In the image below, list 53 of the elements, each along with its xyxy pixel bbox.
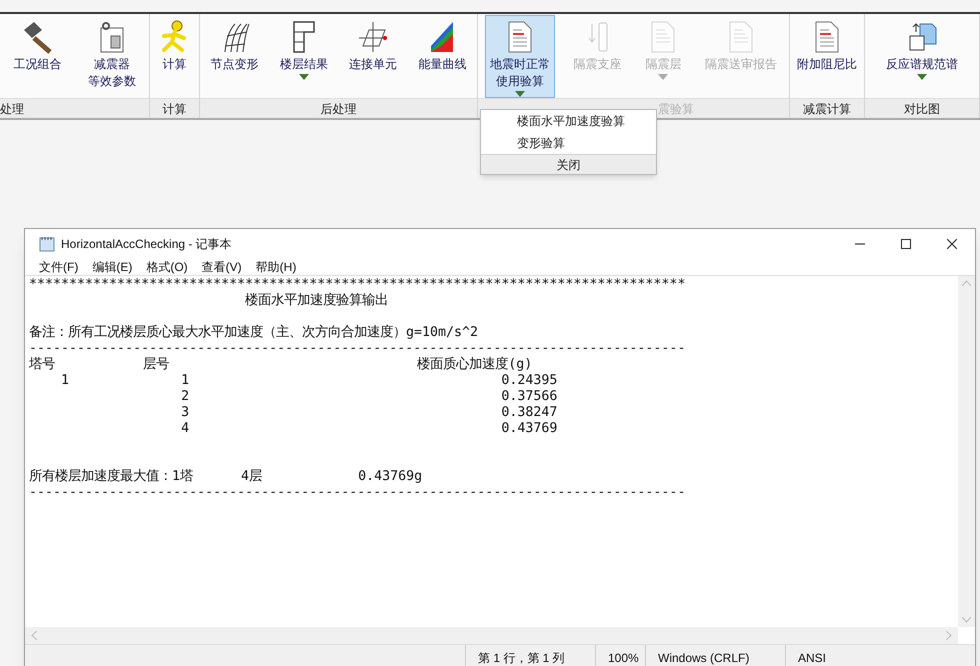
ribbon-button[interactable]: 减震器 等效参数 xyxy=(82,15,141,98)
ribbon-button[interactable]: 附加阻尼比 xyxy=(792,15,862,98)
ribbon-button[interactable]: 楼层结果 xyxy=(274,15,333,98)
status-text: Windows (CRLF) xyxy=(658,650,750,666)
status-text: ANSI xyxy=(798,650,826,666)
notepad-icon xyxy=(39,236,55,252)
scroll-up-icon[interactable] xyxy=(962,280,971,286)
group-label: 后处理 xyxy=(320,100,356,118)
menu-bar-item[interactable]: 编辑(E) xyxy=(92,258,132,276)
text-line: 3 0.38247 xyxy=(180,405,558,420)
group-label: 处理 xyxy=(0,100,24,118)
window-title: HorizontalAccChecking - 记事本 xyxy=(61,236,232,253)
group-label: 对比图 xyxy=(904,100,940,118)
scroll-left-icon[interactable] xyxy=(31,631,37,640)
text-line: 塔号 层号 楼面质心加速度(g) xyxy=(29,357,532,372)
report-icon xyxy=(506,20,534,54)
text-line: 1 1 0.24395 xyxy=(60,373,558,388)
status-text: 100% xyxy=(608,650,639,666)
ribbon-button[interactable]: 计算 xyxy=(154,15,194,98)
separator-line-text: ---------------------------------------------------------------------------------- xyxy=(29,341,686,356)
ribbon-button[interactable]: 连接单元 xyxy=(344,15,402,98)
ribbon-button[interactable]: 节点变形 xyxy=(206,15,264,98)
menu-bar-item[interactable]: 文件(F) xyxy=(39,258,78,276)
group-label: 减震计算 xyxy=(803,100,851,118)
menu-item[interactable]: 变形验算 xyxy=(481,132,656,154)
scroll-right-icon[interactable] xyxy=(946,631,952,640)
separator-line-text: ---------------------------------------------------------------------------------- xyxy=(29,485,686,500)
text-line: 备注：所有工况楼层质心最大水平加速度（主、次方向合加速度）g=10m/s^2 xyxy=(29,325,478,340)
text-line: 4 0.43769 xyxy=(180,421,558,436)
menu-item[interactable]: 楼面水平加速度验算 xyxy=(481,110,656,132)
group-label: 计算 xyxy=(162,100,186,118)
ribbon-button[interactable]: 工况组合 xyxy=(8,15,66,98)
close-icon[interactable] xyxy=(947,239,957,249)
menu-bar-item[interactable]: 帮助(H) xyxy=(256,258,296,276)
maximize-icon[interactable] xyxy=(901,239,911,249)
text-line: 2 0.37566 xyxy=(180,389,558,404)
status-text: 第 1 行，第 1 列 xyxy=(478,650,565,666)
vertical-scrollbar[interactable] xyxy=(958,276,975,627)
menu-bar-item[interactable]: 查看(V) xyxy=(202,258,242,276)
close-menu-button[interactable]: 关闭 xyxy=(481,154,656,174)
horizontal-scrollbar[interactable] xyxy=(25,627,958,644)
menu-bar-item[interactable]: 格式(O) xyxy=(146,258,188,276)
report-icon xyxy=(813,20,841,54)
text-line: 所有楼层加速度最大值：1塔 4层 0.43769g xyxy=(29,469,422,484)
report-icon xyxy=(727,20,756,54)
axis-element-icon xyxy=(357,20,390,54)
text-line: 楼面水平加速度验算输出 xyxy=(244,293,388,308)
scroll-down-icon[interactable] xyxy=(962,617,971,623)
group-label: 震验算 xyxy=(658,100,694,118)
report-icon xyxy=(649,20,678,54)
ribbon-button[interactable]: 反应谱规范谱 xyxy=(881,15,963,98)
separator-line-text: ********************************************************************************** xyxy=(29,277,686,292)
ribbon-button[interactable]: 能量曲线 xyxy=(413,15,472,98)
